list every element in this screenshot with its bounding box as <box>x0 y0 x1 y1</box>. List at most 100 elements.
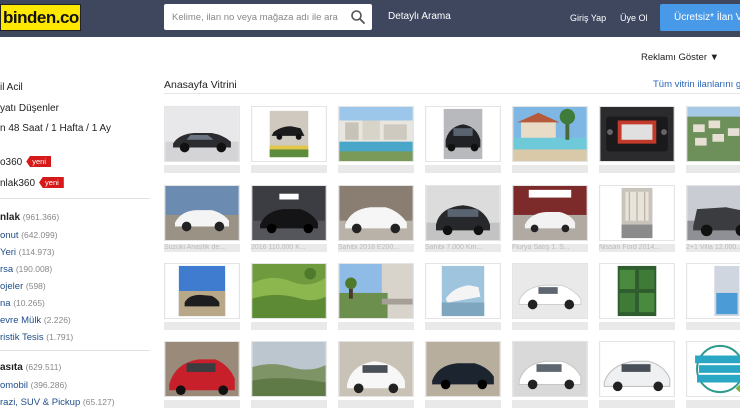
listing-caption[interactable] <box>425 165 501 173</box>
listing-caption[interactable] <box>164 165 240 173</box>
site-logo[interactable]: binden.com <box>0 4 81 31</box>
listing-thumbnail[interactable] <box>599 106 675 162</box>
listing-thumbnail[interactable] <box>686 185 740 241</box>
listing-thumbnail[interactable] <box>251 263 327 319</box>
listing-caption[interactable] <box>425 400 501 408</box>
listing-caption[interactable] <box>251 400 327 408</box>
listing-caption[interactable] <box>425 322 501 330</box>
listing-thumbnail[interactable] <box>512 263 588 319</box>
listing-card[interactable] <box>338 106 414 174</box>
category-devre-mulk[interactable]: evre Mülk (2.226) <box>0 315 71 326</box>
listing-card[interactable] <box>251 263 327 331</box>
listing-card[interactable] <box>425 106 501 174</box>
listing-card[interactable]: 2016 110.000 K... <box>251 185 327 253</box>
listing-caption[interactable] <box>599 165 675 173</box>
listing-thumbnail[interactable] <box>164 185 240 241</box>
listing-caption[interactable] <box>164 400 240 408</box>
category-otomobil[interactable]: omobil (396.286) <box>0 380 67 391</box>
listing-card[interactable] <box>599 341 675 409</box>
listing-card[interactable] <box>338 341 414 409</box>
listing-thumbnail[interactable] <box>338 106 414 162</box>
listing-thumbnail[interactable] <box>512 106 588 162</box>
listing-card[interactable] <box>164 263 240 331</box>
category-projeler[interactable]: ojeler (598) <box>0 281 46 292</box>
listing-thumbnail[interactable] <box>425 185 501 241</box>
category-vasita[interactable]: asıta (629.511) <box>0 362 61 373</box>
listing-thumbnail[interactable] <box>599 263 675 319</box>
listing-caption[interactable] <box>338 322 414 330</box>
listing-thumbnail[interactable] <box>425 341 501 397</box>
listing-card[interactable] <box>599 106 675 174</box>
listing-card[interactable]: Sahibi 7.000 Km... <box>425 185 501 253</box>
category-bina[interactable]: na (10.265) <box>0 298 45 309</box>
listing-card[interactable]: Suzuki Anasfik de... <box>164 185 240 253</box>
listing-caption[interactable]: Flurya Satış 1. S... <box>512 244 588 252</box>
post-free-ad-button[interactable]: Ücretsiz* İlan V <box>660 4 740 31</box>
listing-caption[interactable]: Sahibi 7.000 Km... <box>425 244 501 252</box>
listing-caption[interactable]: Nissan Ford 2014... <box>599 244 675 252</box>
listing-thumbnail[interactable] <box>512 185 588 241</box>
category-konut[interactable]: onut (642.099) <box>0 230 58 241</box>
listing-caption[interactable] <box>512 400 588 408</box>
listing-caption[interactable] <box>686 165 740 173</box>
listing-caption[interactable]: Suzuki Anasfik de... <box>164 244 240 252</box>
listing-thumbnail[interactable] <box>164 341 240 397</box>
category-isyeri[interactable]: Yeri (114.973) <box>0 247 54 258</box>
listing-card[interactable] <box>164 341 240 409</box>
listing-caption[interactable] <box>512 322 588 330</box>
listing-thumbnail[interactable] <box>251 106 327 162</box>
listing-caption[interactable] <box>338 400 414 408</box>
listing-thumbnail[interactable] <box>686 106 740 162</box>
search-input[interactable] <box>164 4 344 30</box>
listing-caption[interactable] <box>164 322 240 330</box>
search-icon[interactable] <box>350 9 366 25</box>
listing-card[interactable]: Sahibi 2018 E200... <box>338 185 414 253</box>
listing-caption[interactable] <box>338 165 414 173</box>
listing-card[interactable] <box>512 106 588 174</box>
listing-thumbnail[interactable] <box>512 341 588 397</box>
detailed-search-link[interactable]: Detaylı Arama <box>388 11 451 22</box>
listing-card[interactable] <box>686 263 740 331</box>
listing-card[interactable] <box>164 106 240 174</box>
listing-card[interactable] <box>425 263 501 331</box>
listing-thumbnail[interactable] <box>338 341 414 397</box>
sidebar-item-recent[interactable]: n 48 Saat / 1 Hafta / 1 Ay <box>0 123 111 134</box>
listing-caption[interactable] <box>686 400 740 408</box>
listing-card[interactable] <box>512 263 588 331</box>
listing-caption[interactable]: Sahibi 2018 E200... <box>338 244 414 252</box>
listing-caption[interactable] <box>512 165 588 173</box>
listing-card[interactable] <box>686 106 740 174</box>
listing-caption[interactable] <box>251 165 327 173</box>
listing-thumbnail[interactable] <box>425 106 501 162</box>
listing-card[interactable]: 2+1 Villa 12.000... <box>686 185 740 253</box>
sidebar-item-price-drops[interactable]: yatı Düşenler <box>0 103 59 114</box>
listing-caption[interactable] <box>686 322 740 330</box>
listing-caption[interactable]: 2+1 Villa 12.000... <box>686 244 740 252</box>
listing-card[interactable] <box>338 263 414 331</box>
sidebar-item-emlak360[interactable]: nlak360 yeni <box>0 177 64 189</box>
listing-card[interactable] <box>686 341 740 409</box>
listing-caption[interactable] <box>251 322 327 330</box>
listing-caption[interactable]: 2016 110.000 K... <box>251 244 327 252</box>
listing-caption[interactable] <box>599 322 675 330</box>
listing-card[interactable] <box>251 106 327 174</box>
listing-card[interactable] <box>251 341 327 409</box>
listing-thumbnail[interactable] <box>686 341 740 397</box>
category-arsa[interactable]: rsa (190.008) <box>0 264 52 275</box>
listing-thumbnail[interactable] <box>599 185 675 241</box>
listing-card[interactable] <box>599 263 675 331</box>
listing-card[interactable] <box>425 341 501 409</box>
sidebar-item-urgent[interactable]: il Acil <box>0 82 23 93</box>
listing-card[interactable]: Nissan Ford 2014... <box>599 185 675 253</box>
listing-thumbnail[interactable] <box>164 106 240 162</box>
category-emlak[interactable]: nlak (961.366) <box>0 212 59 223</box>
listing-caption[interactable] <box>599 400 675 408</box>
category-turistik-tesis[interactable]: ristik Tesis (1.791) <box>0 332 73 343</box>
listing-card[interactable] <box>512 341 588 409</box>
listing-thumbnail[interactable] <box>686 263 740 319</box>
listing-thumbnail[interactable] <box>425 263 501 319</box>
show-ads-toggle[interactable]: Reklamı Göster ▼ <box>641 52 719 63</box>
sidebar-item-oto360[interactable]: o360 yeni <box>0 156 52 168</box>
signup-link[interactable]: Üye Ol <box>620 13 648 23</box>
listing-thumbnail[interactable] <box>599 341 675 397</box>
